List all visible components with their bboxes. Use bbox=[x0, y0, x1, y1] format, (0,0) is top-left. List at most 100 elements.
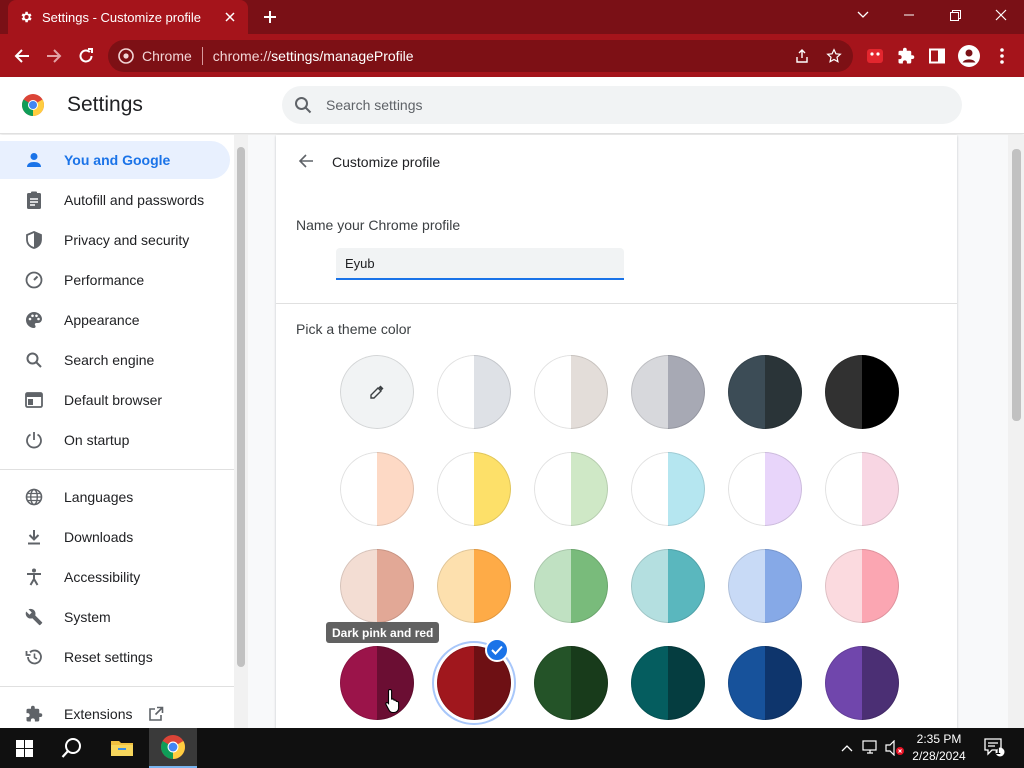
power-icon bbox=[24, 430, 44, 450]
minimize-button[interactable] bbox=[886, 0, 932, 30]
swatch-border bbox=[728, 452, 802, 526]
theme-color-swatch[interactable] bbox=[631, 355, 705, 429]
sidebar-item-reset-settings[interactable]: Reset settings bbox=[0, 638, 230, 676]
sidebar-item-downloads[interactable]: Downloads bbox=[0, 518, 230, 556]
theme-color-swatch[interactable] bbox=[437, 355, 511, 429]
theme-color-swatch[interactable] bbox=[825, 549, 899, 623]
sidebar-item-performance[interactable]: Performance bbox=[0, 261, 230, 299]
sidebar-item-search-engine[interactable]: Search engine bbox=[0, 341, 230, 379]
theme-color-swatch[interactable] bbox=[728, 646, 802, 720]
tab-settings[interactable]: Settings - Customize profile bbox=[8, 0, 248, 34]
share-icon[interactable] bbox=[790, 44, 814, 68]
theme-color-swatch[interactable] bbox=[631, 452, 705, 526]
custom-color-swatch[interactable] bbox=[340, 355, 414, 429]
back-button[interactable] bbox=[7, 41, 37, 71]
address-bar[interactable]: Chrome chrome://settings/manageProfile bbox=[108, 40, 853, 72]
volume-muted-icon[interactable] bbox=[884, 738, 906, 758]
sidebar-item-you-and-google[interactable]: You and Google bbox=[0, 141, 230, 179]
swatch-border bbox=[340, 646, 414, 720]
sidebar-item-label: You and Google bbox=[64, 152, 171, 168]
sidebar-scroll-thumb[interactable] bbox=[237, 147, 245, 667]
network-icon[interactable] bbox=[860, 738, 882, 758]
restore-button[interactable] bbox=[932, 0, 978, 30]
sidebar-item-extensions[interactable]: Extensions bbox=[0, 695, 230, 728]
theme-color-swatch[interactable] bbox=[534, 549, 608, 623]
clock-date: 2/28/2024 bbox=[912, 749, 966, 763]
theme-color-swatch[interactable] bbox=[340, 549, 414, 623]
globe-icon bbox=[24, 487, 44, 507]
swatch-border bbox=[631, 452, 705, 526]
close-window-button[interactable] bbox=[978, 0, 1024, 30]
close-tab-icon[interactable] bbox=[222, 9, 238, 25]
sidebar-item-label: Autofill and passwords bbox=[64, 192, 205, 208]
theme-color-swatch[interactable] bbox=[728, 549, 802, 623]
search-input[interactable] bbox=[326, 97, 926, 113]
sidebar: You and Google Autofill and passwords Pr… bbox=[0, 135, 234, 728]
theme-color-swatch[interactable] bbox=[825, 355, 899, 429]
site-name: Chrome bbox=[142, 48, 192, 64]
theme-color-swatch[interactable] bbox=[534, 646, 608, 720]
side-panel-icon[interactable] bbox=[923, 42, 951, 70]
swatch-border bbox=[340, 452, 414, 526]
accessibility-icon bbox=[24, 567, 44, 587]
sidebar-item-appearance[interactable]: Appearance bbox=[0, 301, 230, 339]
sidebar-item-label: Performance bbox=[64, 272, 145, 288]
tray-chevron-up-icon[interactable] bbox=[838, 738, 856, 758]
forward-button[interactable] bbox=[39, 41, 69, 71]
reload-button[interactable] bbox=[71, 41, 101, 71]
external-link-icon bbox=[148, 706, 164, 722]
notification-count: 1 bbox=[995, 746, 1001, 756]
url-scheme: chrome:// bbox=[212, 48, 272, 64]
tab-search-icon[interactable] bbox=[840, 0, 886, 30]
sidebar-item-system[interactable]: System bbox=[0, 598, 230, 636]
theme-color-swatch[interactable] bbox=[534, 452, 608, 526]
site-chip[interactable]: Chrome bbox=[118, 48, 192, 64]
theme-color-swatch[interactable] bbox=[340, 646, 414, 720]
hand-cursor-icon bbox=[384, 688, 402, 714]
palette-icon bbox=[24, 310, 44, 330]
theme-color-swatch[interactable] bbox=[437, 452, 511, 526]
sidebar-divider bbox=[0, 469, 234, 470]
sidebar-item-label: Accessibility bbox=[64, 569, 141, 585]
theme-color-swatch[interactable] bbox=[728, 452, 802, 526]
taskbar-clock[interactable]: 2:35 PM 2/28/2024 bbox=[906, 731, 972, 765]
notifications-icon[interactable]: 1 bbox=[980, 737, 1008, 757]
sidebar-item-label: Appearance bbox=[64, 312, 140, 328]
main-scroll-thumb[interactable] bbox=[1012, 149, 1021, 421]
theme-color-swatch[interactable] bbox=[340, 452, 414, 526]
theme-color-swatch[interactable] bbox=[631, 549, 705, 623]
card-divider bbox=[276, 303, 957, 304]
taskbar-search-icon[interactable] bbox=[48, 728, 96, 768]
sidebar-scrollbar[interactable] bbox=[234, 135, 248, 728]
extension-icon[interactable] bbox=[861, 42, 889, 70]
sidebar-item-accessibility[interactable]: Accessibility bbox=[0, 558, 230, 596]
main-scrollbar[interactable] bbox=[1008, 135, 1024, 728]
speedometer-icon bbox=[24, 270, 44, 290]
sidebar-item-default-browser[interactable]: Default browser bbox=[0, 381, 230, 419]
theme-color-swatch[interactable] bbox=[728, 355, 802, 429]
theme-color-swatch[interactable] bbox=[825, 452, 899, 526]
sidebar-item-privacy[interactable]: Privacy and security bbox=[0, 221, 230, 259]
sidebar-item-languages[interactable]: Languages bbox=[0, 478, 230, 516]
theme-color-swatch[interactable] bbox=[825, 646, 899, 720]
swatch-border bbox=[534, 355, 608, 429]
person-icon bbox=[24, 150, 44, 170]
theme-color-swatch[interactable] bbox=[534, 355, 608, 429]
puzzle-icon[interactable] bbox=[892, 42, 920, 70]
sidebar-item-on-startup[interactable]: On startup bbox=[0, 421, 230, 459]
start-button[interactable] bbox=[0, 728, 48, 768]
theme-color-swatch[interactable] bbox=[437, 549, 511, 623]
sidebar-item-autofill[interactable]: Autofill and passwords bbox=[0, 181, 230, 219]
menu-dots-icon[interactable] bbox=[988, 42, 1016, 70]
back-arrow-icon[interactable] bbox=[296, 151, 316, 171]
search-icon bbox=[294, 96, 312, 114]
profile-name-input[interactable] bbox=[336, 248, 624, 280]
settings-search[interactable] bbox=[282, 86, 962, 124]
bookmark-star-icon[interactable] bbox=[822, 44, 846, 68]
theme-color-swatch[interactable] bbox=[631, 646, 705, 720]
omnibox-divider bbox=[201, 47, 203, 65]
file-explorer-icon[interactable] bbox=[98, 728, 146, 768]
profile-avatar[interactable] bbox=[955, 42, 983, 70]
new-tab-button[interactable] bbox=[258, 6, 282, 28]
chrome-taskbar-icon[interactable] bbox=[149, 728, 197, 768]
